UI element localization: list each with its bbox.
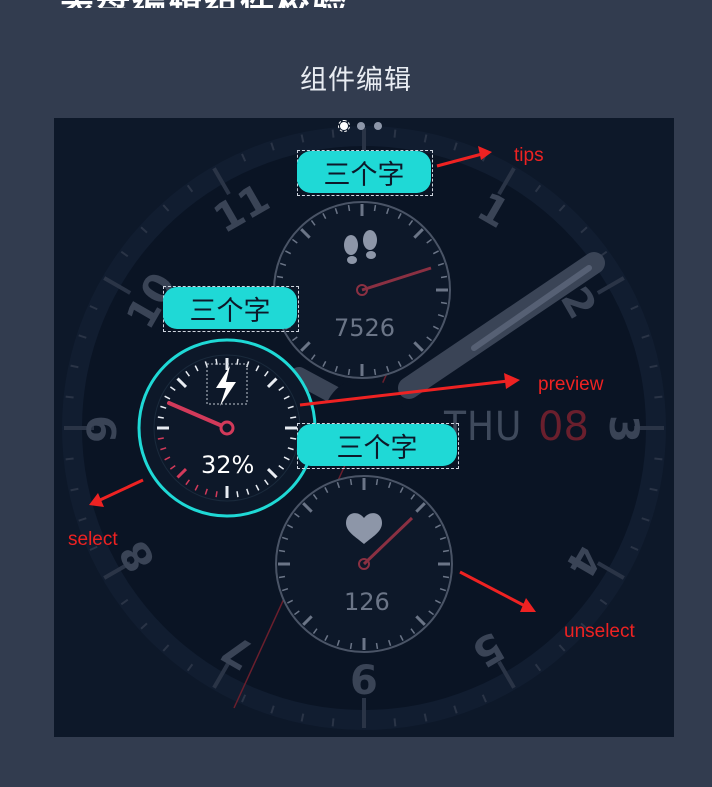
tick-mark — [393, 129, 397, 138]
numeral-3: 3 — [599, 415, 646, 443]
tick-mark — [375, 478, 379, 486]
page-indicator — [338, 120, 382, 132]
tick-mark — [349, 478, 353, 486]
heart-subdial — [275, 475, 453, 653]
tick-mark — [373, 204, 377, 212]
tick-mark — [347, 204, 351, 212]
tick-mark — [278, 575, 286, 579]
page-title: 组件编辑 — [300, 65, 412, 96]
tick-mark — [654, 395, 663, 399]
battery-tick — [157, 416, 164, 419]
battery-tick — [290, 416, 297, 419]
tick-mark — [347, 368, 351, 376]
tick-mark — [442, 575, 450, 579]
preview-annotation: preview — [538, 374, 604, 395]
tick-mark — [331, 129, 335, 138]
tip-steps[interactable]: 三个字 — [297, 151, 431, 193]
tick-mark — [375, 642, 379, 650]
battery-tick — [157, 437, 164, 440]
tick-mark — [331, 718, 335, 727]
battery-tick — [236, 491, 239, 498]
tips-annotation: tips — [514, 145, 544, 166]
numeral-9: 9 — [79, 415, 126, 443]
tick-mark — [65, 457, 74, 461]
tick-mark — [65, 395, 74, 399]
tick-mark — [278, 549, 286, 553]
numeral-6: 6 — [350, 658, 378, 704]
watch-face-canvas: 11 1 10 2 9 3 8 4 7 6 5 THU 08 7526 126 … — [54, 118, 674, 737]
battery-tick — [215, 491, 218, 498]
unselect-annotation: unselect — [564, 621, 635, 642]
tick-mark — [393, 718, 397, 727]
tip-heart[interactable]: 三个字 — [297, 424, 457, 466]
page-dot[interactable] — [357, 122, 365, 130]
battery-tick — [290, 437, 297, 440]
page-dot[interactable] — [374, 122, 382, 130]
tick-mark — [442, 549, 450, 553]
select-annotation: select — [68, 529, 118, 550]
tick-mark — [373, 368, 377, 376]
date-num: 08 — [538, 404, 589, 450]
steps-subdial — [273, 201, 451, 379]
tick-mark — [349, 642, 353, 650]
tick-mark — [654, 457, 663, 461]
top-title: 表盘编辑组件校验 — [60, 0, 460, 8]
tip-battery[interactable]: 三个字 — [163, 287, 297, 329]
tick-mark — [276, 275, 284, 279]
steps-value: 7526 — [334, 314, 396, 342]
tick-mark — [440, 275, 448, 279]
battery-subdial — [137, 338, 317, 518]
page-dot[interactable] — [338, 120, 350, 132]
tick-mark — [440, 301, 448, 305]
heart-value: 126 — [344, 588, 390, 616]
battery-value: 32% — [201, 451, 255, 479]
battery-tick — [236, 358, 239, 365]
